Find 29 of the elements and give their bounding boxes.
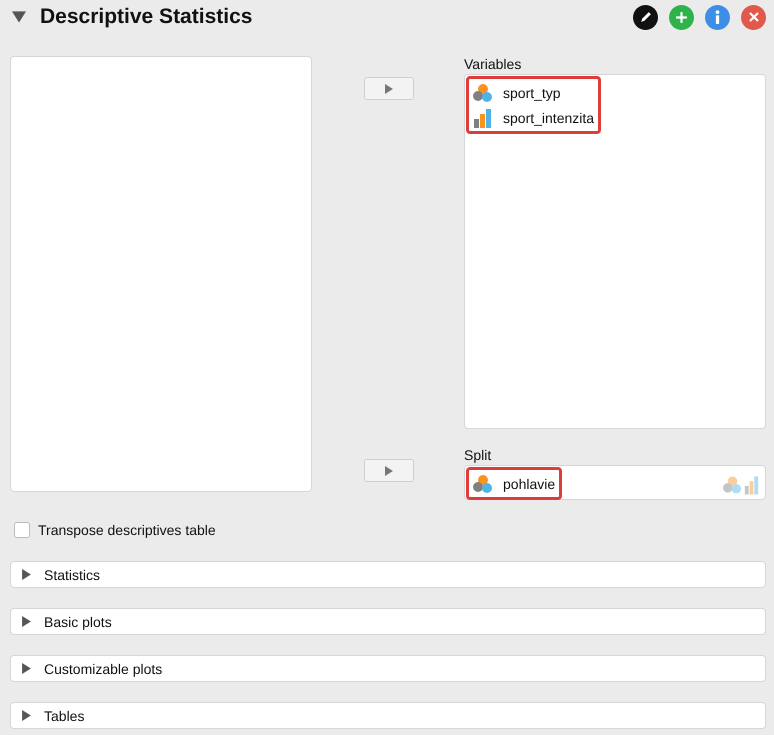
add-icon[interactable] (669, 4, 694, 30)
section-header[interactable]: Customizable plots (10, 655, 766, 682)
move-to-variables-button[interactable] (364, 77, 414, 100)
collapse-toggle[interactable] (12, 10, 26, 24)
section-title: Tables (44, 708, 84, 724)
ordinal-variable-icon (473, 108, 493, 128)
variable-name[interactable]: pohlavie (503, 476, 556, 492)
nominal-variable-icon (473, 82, 493, 102)
variables-label: Variables (464, 56, 522, 72)
right-triangle-icon (384, 84, 394, 94)
analysis-title: Descriptive Statistics (40, 5, 254, 29)
close-icon[interactable] (741, 4, 766, 30)
section-header[interactable]: Tables (10, 702, 766, 729)
move-to-split-button[interactable] (364, 459, 414, 482)
section-header[interactable]: Basic plots (10, 608, 766, 635)
checkbox[interactable] (14, 522, 30, 538)
section-title: Statistics (44, 566, 100, 582)
section-header[interactable]: Statistics (10, 561, 766, 588)
right-triangle-icon (384, 466, 394, 476)
checkbox-label: Transpose descriptives table (38, 522, 216, 538)
split-label: Split (464, 447, 492, 463)
variable-name[interactable]: sport_intenzita (503, 110, 594, 126)
section-title: Customizable plots (44, 660, 162, 676)
info-icon[interactable] (705, 4, 730, 30)
edit-pencil-icon[interactable] (633, 4, 658, 30)
allowed-types-icon (723, 475, 761, 495)
variable-name[interactable]: sport_typ (503, 84, 561, 100)
section-title: Basic plots (44, 614, 112, 630)
nominal-variable-icon (473, 474, 493, 494)
